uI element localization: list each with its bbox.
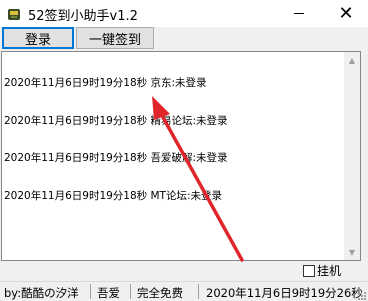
log-textarea[interactable]: 2020年11月6日9时19分18秒 京东:未登录 2020年11月6日9时19…: [1, 51, 361, 261]
minimize-icon: [294, 13, 304, 14]
status-author: by:酷酷の汐洋: [4, 286, 79, 300]
scroll-up-arrow-icon[interactable]: ▲: [344, 52, 360, 68]
title-bar[interactable]: 52签到小助手v1.2 ✕: [0, 0, 368, 27]
hang-checkbox-label: 挂机: [317, 264, 342, 278]
log-line: 2020年11月6日9时19分18秒 京东:未登录: [4, 77, 207, 89]
window-title: 52签到小助手v1.2: [28, 9, 138, 24]
log-lines: 2020年11月6日9时19分18秒 京东:未登录 2020年11月6日9时19…: [4, 52, 228, 227]
one-click-signin-button[interactable]: 一键签到: [76, 27, 154, 49]
status-price: 完全免费: [137, 286, 183, 300]
status-divider: [90, 284, 91, 299]
status-clock: 2020年11月6日9时19分26秒: [206, 286, 363, 300]
login-button[interactable]: 登录: [2, 27, 74, 49]
scroll-down-arrow-icon[interactable]: ▼: [344, 244, 360, 260]
resize-grip-icon[interactable]: [357, 291, 367, 301]
hang-checkbox-row[interactable]: 挂机: [303, 262, 341, 279]
app-icon: [6, 6, 22, 22]
log-line: 2020年11月6日9时19分18秒 MT论坛:未登录: [4, 189, 223, 202]
minimize-button[interactable]: [277, 0, 321, 27]
status-divider: [198, 284, 199, 299]
hang-checkbox[interactable]: [303, 264, 315, 277]
log-line: 2020年11月6日9时19分18秒 精易论坛:未登录: [4, 114, 228, 127]
vertical-scrollbar[interactable]: ▲ ▼: [344, 52, 360, 260]
log-line: 2020年11月6日9时19分18秒 吾爱破解:未登录: [4, 152, 228, 164]
status-site: 吾爱: [97, 286, 120, 300]
status-bar: by:酷酷の汐洋 吾爱 完全免费 2020年11月6日9时19分26秒: [0, 281, 368, 301]
status-divider: [130, 284, 131, 299]
app-window: 52签到小助手v1.2 ✕ 登录 一键签到 2020年11月6日9时19分18秒…: [0, 0, 368, 301]
close-button[interactable]: ✕: [324, 0, 368, 27]
